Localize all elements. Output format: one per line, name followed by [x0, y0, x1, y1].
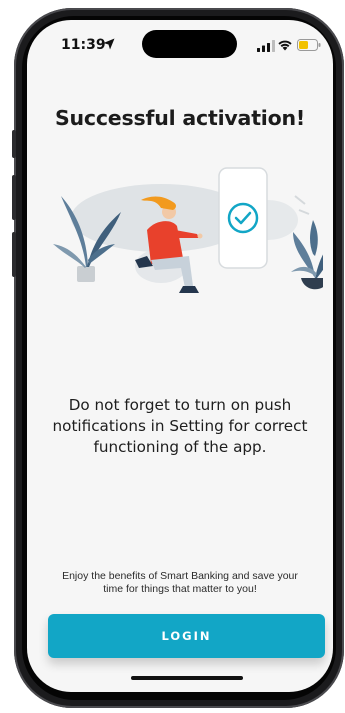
dynamic-island — [142, 30, 237, 58]
benefits-text: Enjoy the benefits of Smart Banking and … — [62, 570, 298, 595]
status-bar: 11:39 — [27, 20, 333, 72]
page-title: Successful activation! — [54, 106, 306, 130]
app-screen: 11:39 Successful activation! Do not forg… — [27, 20, 333, 692]
wifi-icon — [278, 40, 292, 51]
push-notification-notice: Do not forget to turn on push notificati… — [52, 396, 308, 456]
volume-up-button — [12, 130, 16, 158]
cellular-signal-icon — [257, 40, 275, 52]
volume-down-button — [12, 175, 16, 220]
person-with-phone-checkmark-illustration — [53, 167, 323, 293]
login-button[interactable]: LOGIN — [48, 614, 325, 658]
status-time: 11:39 — [61, 37, 106, 53]
location-arrow-icon — [103, 38, 115, 50]
volume-lower-button — [12, 232, 16, 277]
home-indicator[interactable] — [131, 676, 243, 680]
battery-low-icon — [297, 39, 321, 51]
